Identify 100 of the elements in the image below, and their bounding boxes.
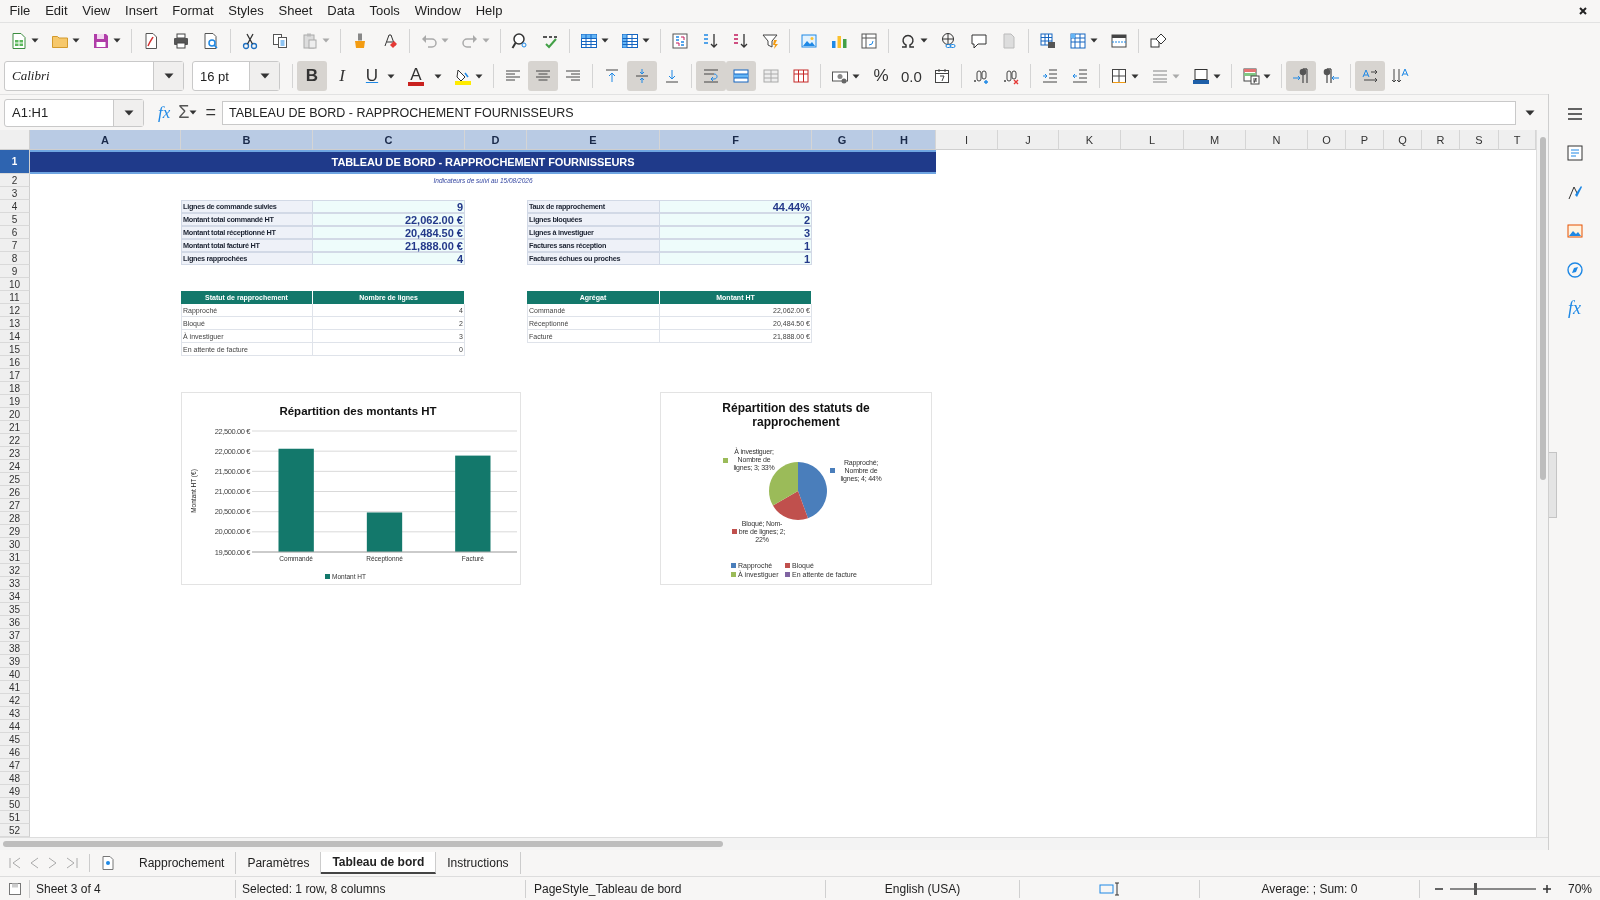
row-header[interactable]: 31 <box>0 551 30 564</box>
sum-button[interactable]: Σ <box>178 102 190 123</box>
column-header[interactable]: H <box>873 130 936 150</box>
row-header[interactable]: 45 <box>0 733 30 746</box>
row-header[interactable]: 37 <box>0 629 30 642</box>
unmerge-cells-icon[interactable] <box>762 67 780 85</box>
merge-cells-icon[interactable] <box>732 67 750 85</box>
column-header[interactable]: C <box>313 130 465 150</box>
print-range-icon[interactable] <box>1039 31 1057 50</box>
row-header[interactable]: 32 <box>0 564 30 577</box>
menu-item[interactable]: Insert <box>117 0 165 22</box>
dropdown-arrow-icon[interactable] <box>189 110 198 115</box>
dropdown-arrow-icon[interactable] <box>1212 73 1221 79</box>
row-header[interactable]: 5 <box>0 213 30 226</box>
add-decimal-icon[interactable] <box>971 67 990 85</box>
row-header[interactable]: 18 <box>0 382 30 395</box>
table-rows-icon[interactable] <box>580 31 598 50</box>
navigator-icon[interactable] <box>1565 260 1584 279</box>
expand-arrow-icon[interactable] <box>1525 109 1535 116</box>
add-sheet-icon[interactable] <box>100 855 116 871</box>
row-header[interactable]: 52 <box>0 824 30 837</box>
column-header[interactable]: L <box>1121 130 1184 150</box>
percent-button[interactable]: % <box>866 61 896 91</box>
align-bottom-icon[interactable] <box>663 67 681 85</box>
row-header[interactable]: 13 <box>0 317 30 330</box>
outdent-icon[interactable] <box>1070 67 1089 85</box>
row-header[interactable]: 47 <box>0 759 30 772</box>
row-header[interactable]: 28 <box>0 512 30 525</box>
dropdown-arrow-icon[interactable] <box>642 38 650 43</box>
row-header[interactable]: 51 <box>0 811 30 824</box>
dropdown-arrow-icon[interactable] <box>31 38 39 43</box>
row-header[interactable]: 12 <box>0 304 30 317</box>
row-header[interactable]: 24 <box>0 460 30 473</box>
dropdown-button[interactable] <box>249 62 279 90</box>
menu-item[interactable]: Edit <box>37 0 75 22</box>
row-header[interactable]: 46 <box>0 746 30 759</box>
row-header[interactable]: 4 <box>0 200 30 213</box>
sidebar-grip[interactable] <box>1549 452 1557 518</box>
filter-icon[interactable] <box>761 31 779 50</box>
caret-icon[interactable] <box>259 73 270 79</box>
calendar-icon[interactable] <box>932 67 951 85</box>
row-header[interactable]: 10 <box>0 278 30 291</box>
dropdown-button[interactable] <box>113 99 143 126</box>
pivot-table-icon[interactable] <box>860 31 878 50</box>
pilcrow-left-icon[interactable] <box>1321 67 1340 85</box>
sheet-tab[interactable]: Instructions <box>436 852 521 874</box>
row-header[interactable]: 44 <box>0 720 30 733</box>
dropdown-arrow-icon[interactable] <box>1090 38 1098 43</box>
align-middle-icon[interactable] <box>633 67 651 85</box>
row-header[interactable]: 16 <box>0 356 30 369</box>
formula-input[interactable]: TABLEAU DE BORD - RAPPROCHEMENT FOURNISSEURS <box>221 100 1516 125</box>
caret-icon[interactable] <box>163 73 174 79</box>
column-header[interactable]: B <box>181 130 313 150</box>
font-color-button[interactable]: A <box>401 61 431 91</box>
row-header[interactable]: 19 <box>0 395 30 408</box>
dropdown-arrow-icon[interactable] <box>1262 73 1271 79</box>
freeze-icon[interactable] <box>1069 31 1087 50</box>
left-to-right-button[interactable] <box>1285 61 1316 91</box>
row-header[interactable]: 41 <box>0 681 30 694</box>
column-header[interactable]: G <box>812 130 873 150</box>
indent-icon[interactable] <box>1040 67 1059 85</box>
row-header[interactable]: 11 <box>0 291 30 304</box>
image-icon[interactable] <box>800 31 818 50</box>
scrollbar-thumb[interactable] <box>3 841 723 847</box>
globe-link-icon[interactable] <box>940 31 958 50</box>
merge-cells-button[interactable] <box>726 61 756 91</box>
name-box[interactable]: A1:H1 <box>4 98 144 127</box>
row-header[interactable]: 36 <box>0 616 30 629</box>
menu-item[interactable]: Data <box>319 0 363 22</box>
comment-icon[interactable] <box>970 31 988 50</box>
printer-icon[interactable] <box>172 31 190 50</box>
dropdown-arrow-icon[interactable] <box>1130 73 1139 79</box>
print-preview-icon[interactable] <box>202 31 220 50</box>
align-top-icon[interactable] <box>603 67 621 85</box>
row-header[interactable]: 49 <box>0 785 30 798</box>
column-header[interactable]: P <box>1346 130 1384 150</box>
borders-icon[interactable] <box>1109 67 1128 85</box>
column-header[interactable]: J <box>998 130 1059 150</box>
selection-mode-icon[interactable] <box>1098 880 1121 897</box>
row-header[interactable]: 2 <box>0 174 30 187</box>
zoom-level[interactable]: 70% <box>1568 881 1593 896</box>
font-size-field[interactable]: 16 pt <box>192 61 280 91</box>
properties-icon[interactable] <box>1565 143 1584 162</box>
row-header[interactable]: 43 <box>0 707 30 720</box>
eraser-icon[interactable] <box>381 31 399 50</box>
menu-item[interactable]: File <box>2 0 38 22</box>
row-header[interactable]: 23 <box>0 447 30 460</box>
copy-icon[interactable] <box>271 31 289 50</box>
pilcrow-right-icon[interactable] <box>1291 67 1310 85</box>
column-header[interactable]: Q <box>1384 130 1422 150</box>
dropdown-arrow-icon[interactable] <box>475 73 483 79</box>
row-header[interactable]: 25 <box>0 473 30 486</box>
highlighter-icon[interactable] <box>454 67 472 85</box>
column-header[interactable]: F <box>660 130 812 150</box>
menu-item[interactable]: Format <box>164 0 221 22</box>
row-header[interactable]: 38 <box>0 642 30 655</box>
table-columns-icon[interactable] <box>621 31 639 50</box>
table-icon[interactable] <box>792 67 810 85</box>
vertical-text-icon[interactable] <box>1390 67 1409 85</box>
row-header[interactable]: 3 <box>0 187 30 200</box>
